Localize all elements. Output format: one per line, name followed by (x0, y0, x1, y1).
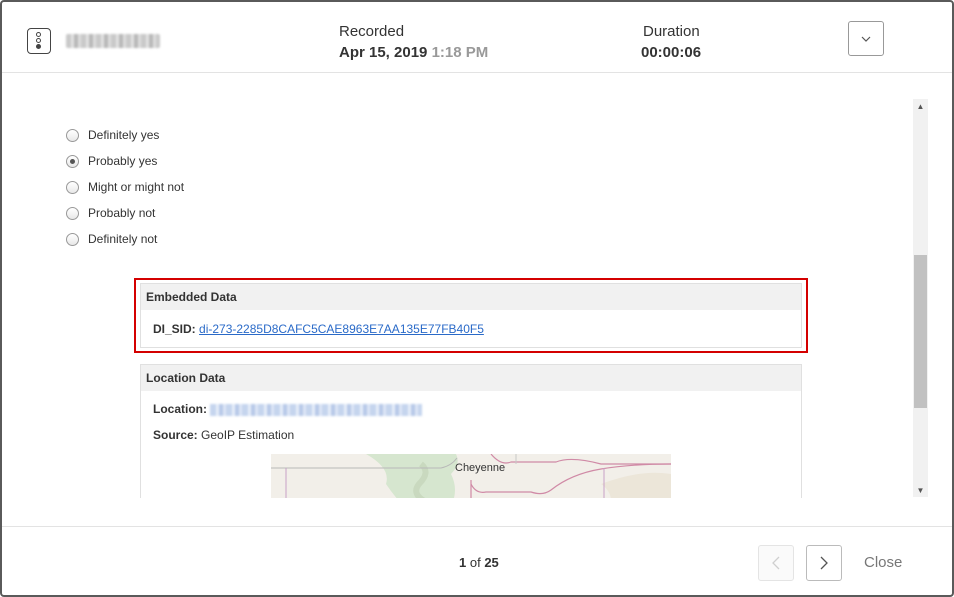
scroll-up-arrow-icon[interactable]: ▲ (913, 99, 928, 113)
option-label: Probably not (88, 206, 156, 220)
duration-label: Duration (643, 23, 700, 40)
embedded-data-title: Embedded Data (141, 284, 801, 310)
source-label: Source: (153, 428, 198, 442)
option-label: Might or might not (88, 180, 185, 194)
location-data-title: Location Data (141, 365, 801, 391)
recorded-date: Apr 15, 2019 1:18 PM (339, 44, 488, 61)
radio-button (66, 128, 79, 142)
source-row: Source: GeoIP Estimation (153, 428, 294, 442)
chevron-left-icon (772, 556, 780, 570)
duration-value: 00:00:06 (641, 44, 702, 61)
location-row: Location: (153, 402, 423, 416)
map-graphic (271, 454, 671, 498)
radio-button (66, 232, 79, 246)
scroll-thumb[interactable] (914, 255, 927, 408)
previous-response-button[interactable] (758, 545, 794, 581)
radio-button (66, 206, 79, 220)
close-button[interactable]: Close (864, 554, 902, 571)
pagination-indicator: 1 of 25 (459, 555, 499, 570)
chevron-right-icon (820, 556, 828, 570)
next-response-button[interactable] (806, 545, 842, 581)
radio-button-selected (66, 154, 79, 168)
di-sid-link[interactable]: di-273-2285D8CAFC5CAE8963E7AA135E77FB40F… (199, 322, 484, 336)
option-probably-not: Probably not (66, 204, 155, 222)
modal-footer: 1 of 25 Close (2, 526, 952, 595)
option-might-or-might-not: Might or might not (66, 178, 184, 196)
radio-button (66, 180, 79, 194)
device-icon (27, 28, 51, 54)
location-label: Location: (153, 402, 207, 416)
embedded-data-panel: Embedded Data DI_SID: di-273-2285D8CAFC5… (140, 283, 802, 348)
location-map[interactable]: Cheyenne (271, 454, 671, 498)
embedded-data-key: DI_SID: (153, 322, 196, 336)
option-definitely-yes: Definitely yes (66, 126, 159, 144)
scroll-down-arrow-icon[interactable]: ▼ (913, 483, 928, 497)
modal-header: Recorded Apr 15, 2019 1:18 PM Duration 0… (2, 2, 952, 73)
redacted-response-id (66, 34, 160, 48)
map-city-label: Cheyenne (455, 462, 506, 474)
expand-button[interactable] (848, 21, 884, 56)
option-probably-yes: Probably yes (66, 152, 157, 170)
option-definitely-not: Definitely not (66, 230, 157, 248)
recorded-time: 1:18 PM (431, 44, 489, 61)
source-value: GeoIP Estimation (201, 428, 295, 442)
vertical-scrollbar[interactable]: ▲ ▼ (913, 99, 928, 497)
response-content: Definitely yes Probably yes Might or mig… (2, 74, 952, 498)
redacted-location-link[interactable] (210, 403, 423, 416)
recorded-label: Recorded (339, 23, 405, 40)
option-label: Probably yes (88, 154, 158, 168)
option-label: Definitely not (88, 232, 158, 246)
option-label: Definitely yes (88, 128, 160, 142)
recorded-date-value: Apr 15, 2019 (339, 44, 428, 61)
total-pages: 25 (484, 555, 499, 570)
embedded-data-row: DI_SID: di-273-2285D8CAFC5CAE8963E7AA135… (153, 322, 484, 336)
pagination-of: of (469, 555, 481, 570)
chevron-down-icon (861, 36, 871, 42)
response-modal: Recorded Apr 15, 2019 1:18 PM Duration 0… (0, 0, 954, 597)
current-page: 1 (459, 555, 467, 570)
